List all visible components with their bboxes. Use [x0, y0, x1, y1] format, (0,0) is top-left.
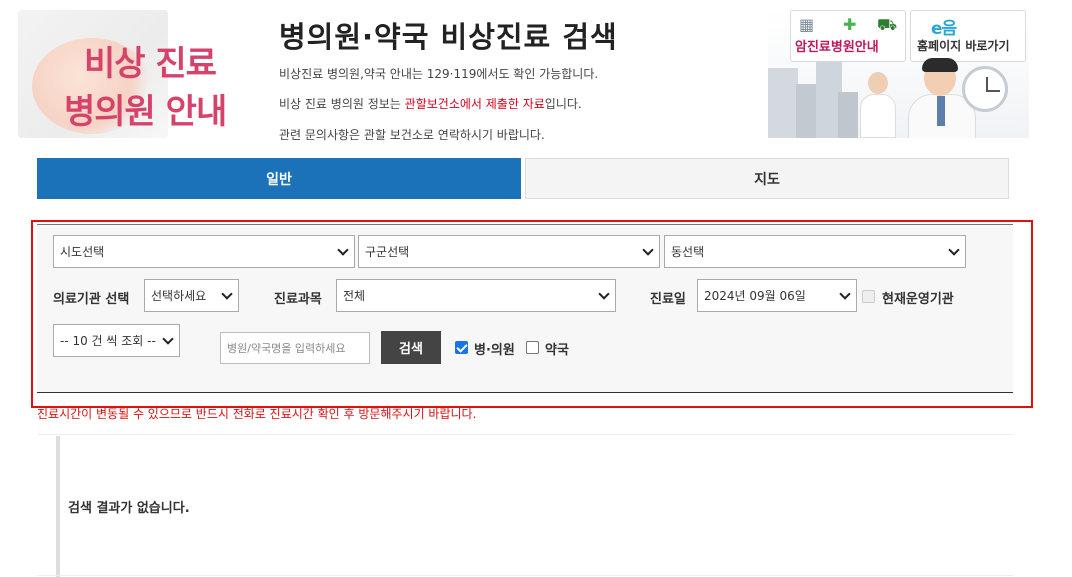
institution-select[interactable]: 선택하세요	[144, 279, 239, 312]
search-input[interactable]	[220, 332, 370, 364]
building-icon: ▦	[799, 15, 815, 34]
department-select-value: 전체	[343, 289, 366, 303]
chevron-down-icon	[643, 245, 653, 257]
logo-text-line2: 병의원 안내	[64, 92, 227, 132]
chevron-down-icon	[222, 289, 232, 301]
operating-now-checkbox[interactable]	[862, 290, 875, 303]
clock-icon	[962, 66, 1008, 112]
cancer-hospital-button[interactable]: ▦ ✚ ⛟ 암진료병원안내	[790, 10, 906, 62]
department-select[interactable]: 전체	[336, 279, 616, 312]
building-illustration	[768, 68, 798, 138]
institution-select-value: 선택하세요	[151, 289, 207, 303]
divider	[37, 575, 1013, 576]
chevron-down-icon	[599, 289, 609, 301]
description-prefix: 비상 진료 병의원 정보는	[279, 97, 405, 111]
date-label: 진료일	[650, 292, 686, 307]
homepage-label: 홈페이지 바로가기	[917, 39, 1010, 53]
department-label: 진료과목	[274, 292, 322, 307]
empty-results-message: 검색 결과가 없습니다.	[68, 501, 190, 516]
gugun-select[interactable]: 구군선택	[358, 235, 660, 268]
ambulance-icon: ⛟	[877, 15, 898, 34]
sido-select[interactable]: 시도선택	[53, 235, 355, 268]
header-banner: ▦ ✚ ⛟ 암진료병원안내 e음 홈페이지 바로가기	[768, 10, 1029, 138]
search-button[interactable]: 검색	[381, 331, 441, 364]
hospital-checkbox-label: 병·의원	[474, 343, 515, 358]
tab-map[interactable]: 지도	[525, 158, 1009, 199]
homepage-button[interactable]: e음 홈페이지 바로가기	[910, 10, 1026, 62]
chevron-down-icon	[163, 334, 173, 346]
chevron-down-icon	[338, 245, 348, 257]
description-line-1: 비상진료 병의원,약국 안내는 129·119에서도 확인 가능합니다.	[279, 67, 599, 81]
description-highlight: 관할보건소에서 제출한 자료	[404, 97, 545, 111]
hospital-icon: ✚	[843, 15, 857, 34]
building-illustration	[796, 84, 818, 138]
institution-label: 의료기관 선택	[53, 292, 130, 307]
description-line-3: 관련 문의사항은 관할 보건소로 연락하시기 바랍니다.	[279, 128, 545, 142]
notice-text: 진료시간이 변동될 수 있으므로 반드시 전화로 진료시간 확인 후 방문해주시…	[37, 407, 477, 421]
dong-select-value: 동선택	[671, 245, 705, 259]
doctor-illustration	[858, 72, 898, 138]
operating-now-label: 현재운영기관	[882, 292, 954, 307]
chevron-down-icon	[949, 245, 959, 257]
description-suffix: 입니다.	[544, 97, 582, 111]
sido-select-value: 시도선택	[60, 245, 105, 259]
chevron-down-icon	[840, 289, 850, 301]
date-select-value: 2024년 09월 06일	[704, 289, 806, 303]
date-select[interactable]: 2024년 09월 06일	[697, 279, 857, 312]
tab-general[interactable]: 일반	[37, 158, 521, 199]
description-line-2: 비상 진료 병의원 정보는 관할보건소에서 제출한 자료입니다.	[279, 95, 582, 112]
dong-select[interactable]: 동선택	[664, 235, 966, 268]
cancer-hospital-label: 암진료병원안내	[795, 40, 879, 55]
page-size-select-value: -- 10 건 씩 조회 --	[60, 334, 156, 348]
eum-logo-icon: e음	[931, 19, 957, 39]
building-illustration	[838, 92, 858, 138]
pharmacy-checkbox-label: 약국	[545, 343, 569, 358]
gugun-select-value: 구군선택	[365, 245, 410, 259]
page: 비상 진료 병의원 안내 병의원·약국 비상진료 검색 비상진료 병의원,약국 …	[0, 0, 1072, 577]
pharmacy-checkbox[interactable]	[526, 341, 539, 354]
hospital-checkbox[interactable]	[455, 341, 468, 354]
emergency-logo: 비상 진료 병의원 안내	[18, 10, 250, 138]
page-title: 병의원·약국 비상진료 검색	[279, 20, 618, 54]
logo-text-line1: 비상 진료	[84, 44, 217, 84]
page-size-select[interactable]: -- 10 건 씩 조회 --	[53, 324, 180, 357]
results-bar	[56, 436, 60, 577]
